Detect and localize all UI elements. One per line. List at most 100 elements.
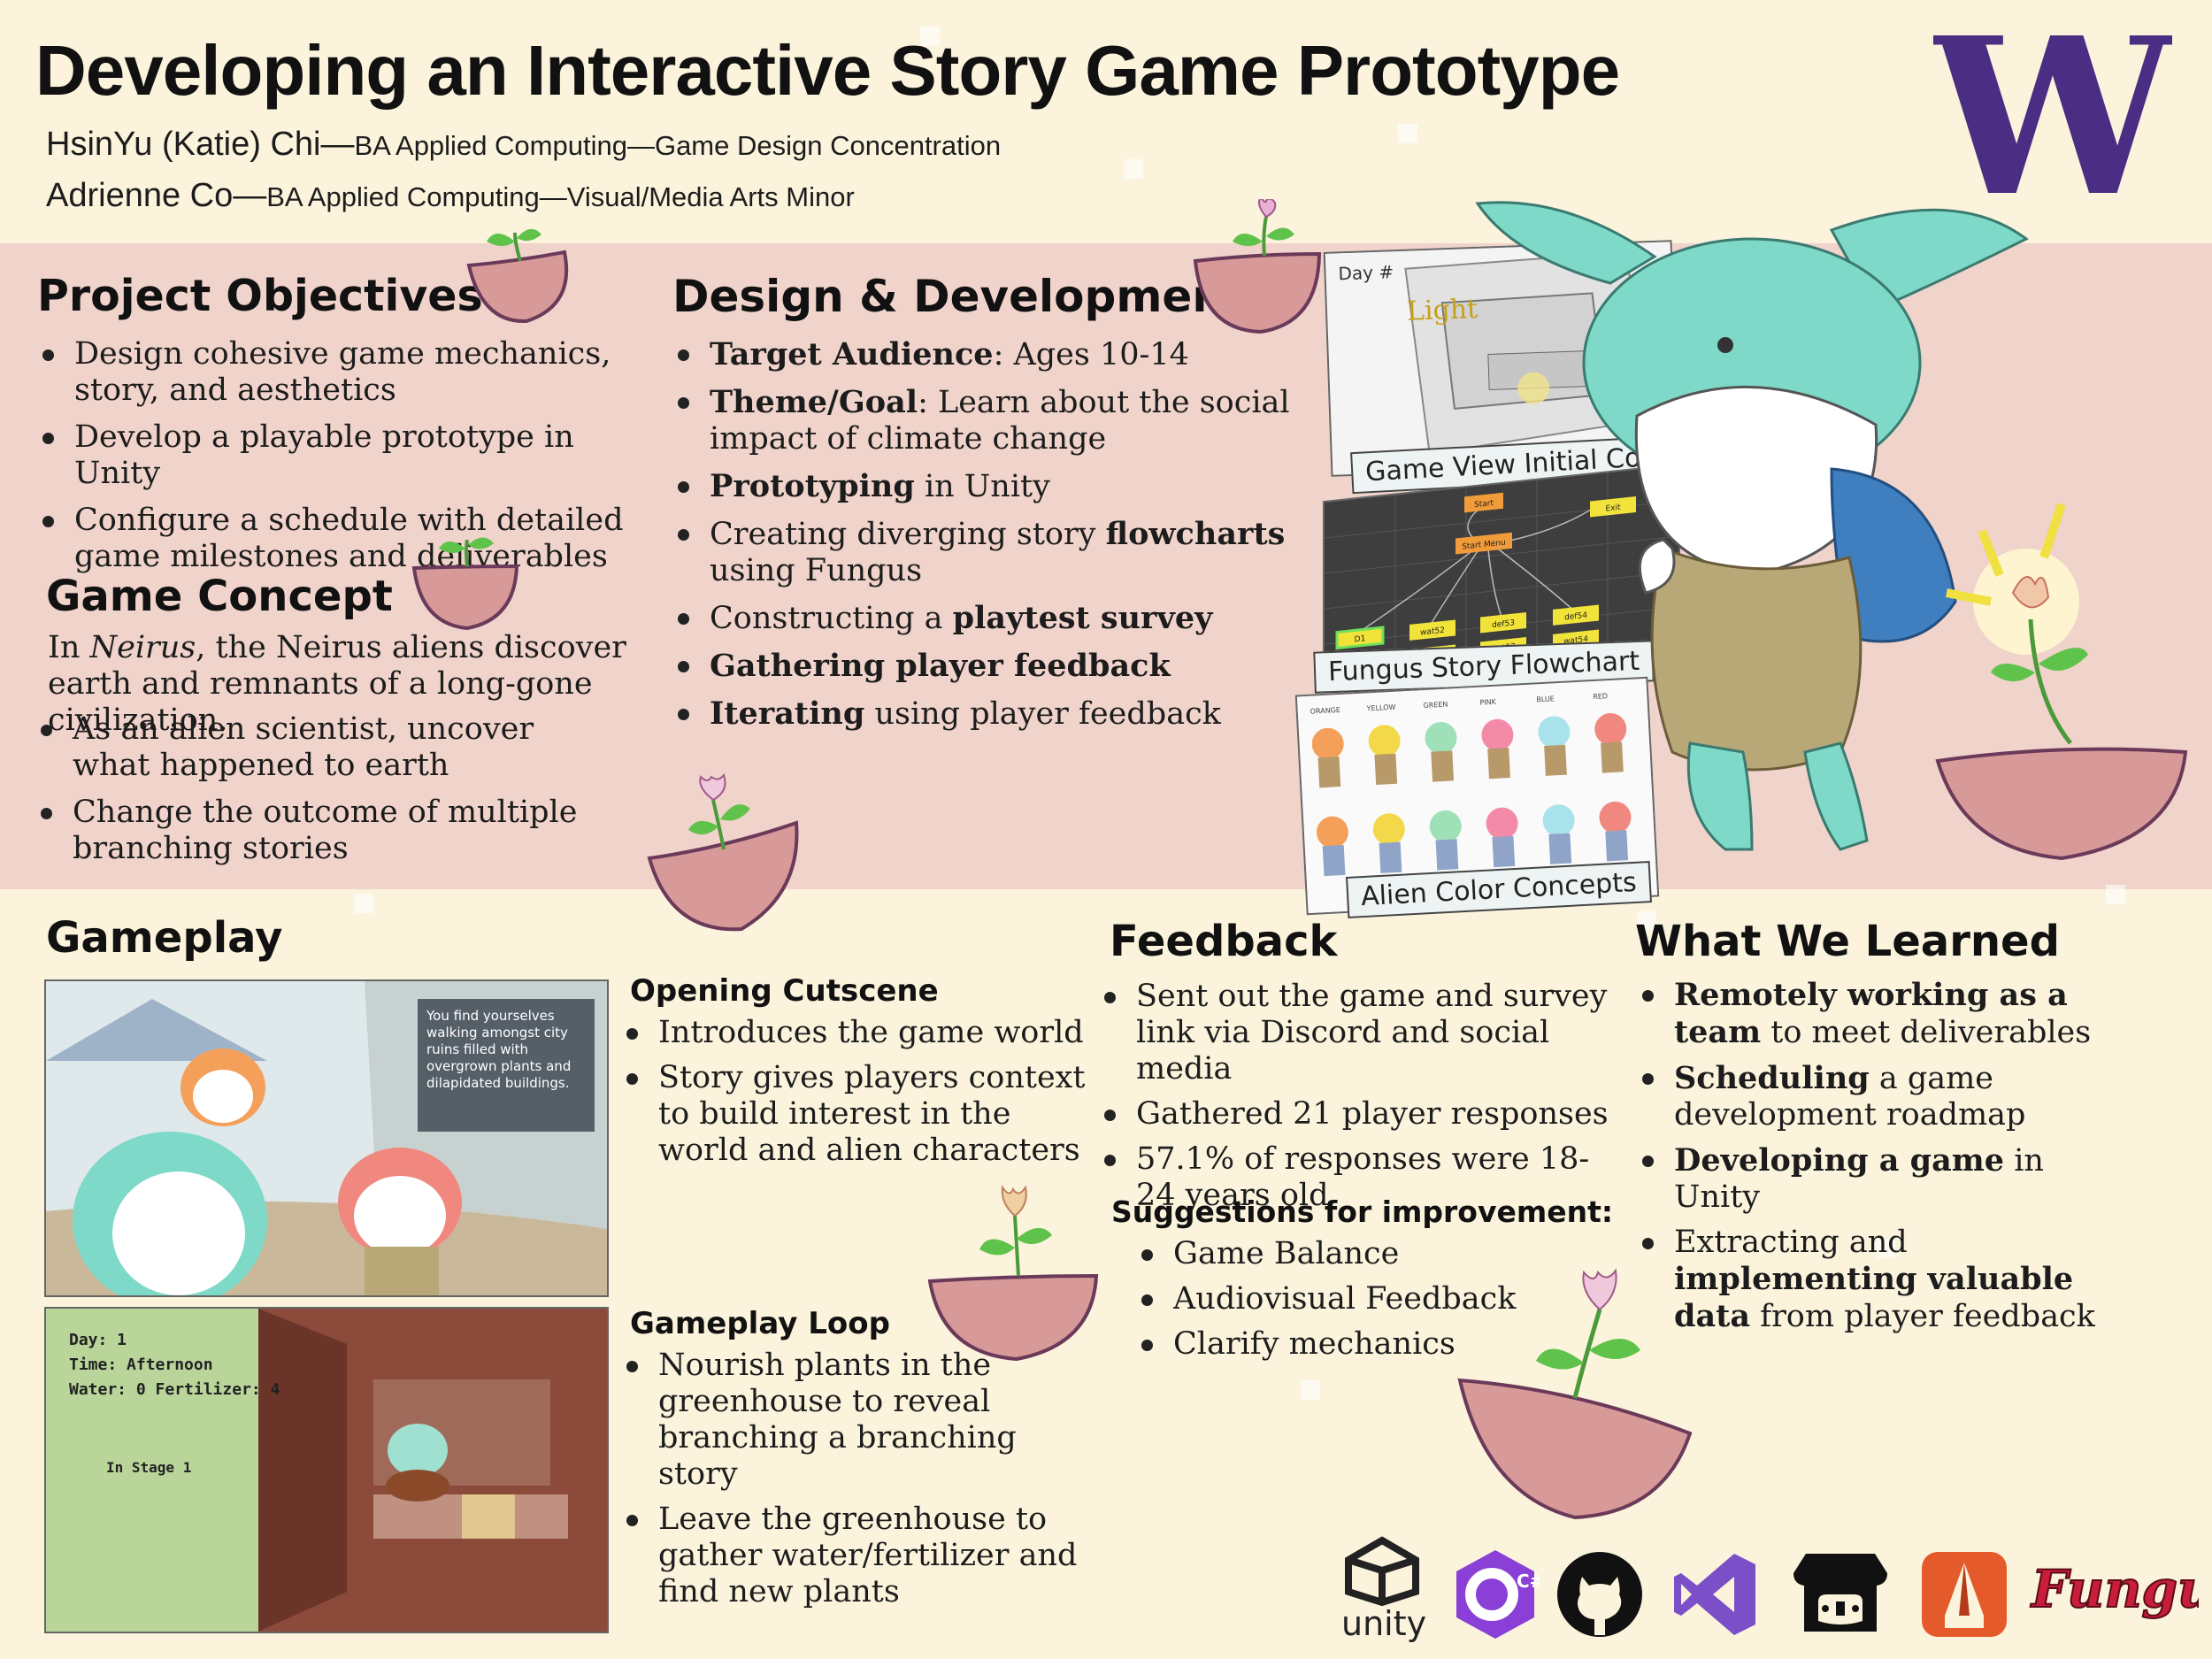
sparkle-decoration [354,894,373,913]
csharp-logo: C# [1456,1550,1540,1639]
design-item: Gathering player feedback [672,648,1292,685]
design-item: Prototyping in Unity [672,468,1292,505]
design-item: Creating diverging story flowcharts usin… [672,516,1292,589]
gameplay-loop-item: Leave the greenhouse to gather water/fer… [621,1502,1081,1610]
poster-title: Developing an Interactive Story Game Pro… [35,31,1620,110]
design-item: Constructing a playtest survey [672,600,1292,637]
author-1-detail: BA Applied Computing—Game Design Concent… [354,130,1002,161]
design-item: Iterating using player feedback [672,695,1292,733]
color-name-label: GREEN [1423,701,1448,710]
objective-item: Configure a schedule with detailed game … [37,503,639,575]
color-name-label: YELLOW [1365,703,1395,713]
learned-item-bold: Scheduling [1674,1060,1870,1096]
fungus-logo-text: Fungus [2030,1559,2199,1619]
design-item: Theme/Goal: Learn about the social impac… [672,384,1292,457]
glowing-plant-pot-icon [1935,503,2188,861]
design-item-text: in Unity [914,469,1050,504]
cutscene-dialogue-text: You find yourselves walking amongst city… [426,1008,572,1091]
opening-cutscene-item: Story gives players context to build int… [621,1060,1099,1169]
design-list: Target Audience: Ages 10-14 Theme/Goal: … [672,336,1292,743]
sparkle-decoration [1124,159,1143,179]
objective-item: Develop a playable prototype in Unity [37,419,639,492]
sparkle-decoration [1398,124,1417,143]
gameplay-heading: Gameplay [46,913,283,963]
design-item-text: Creating diverging story [710,517,1106,552]
learned-item: Scheduling a game development roadmap [1637,1060,2132,1133]
itchio-logo [1793,1554,1887,1632]
cutscene-dialogue-box: You find yourselves walking amongst city… [418,999,595,1132]
autodesk-sketchbook-logo [1922,1552,2007,1637]
learned-item-text: from player feedback [1750,1299,2095,1334]
objectives-heading: Project Objectives [37,271,483,321]
feedback-item: Sent out the game and survey link via Di… [1099,979,1612,1087]
concept-heading: Game Concept [46,572,393,621]
feedback-list: Sent out the game and survey link via Di… [1099,979,1612,1223]
feedback-item: Gathered 21 player responses [1099,1096,1612,1133]
design-item-text: : Ages 10-14 [993,337,1189,373]
flower-pot-icon [927,1185,1099,1362]
design-item-text: using Fungus [710,553,923,588]
hud-panel: Day: 1 Time: Afternoon Water: 0 Fertiliz… [69,1328,280,1402]
flow-node-label: D1 [1355,634,1366,644]
learned-item-text: Extracting and [1674,1225,1908,1260]
gameplay-loop-item: Nourish plants in the greenhouse to reve… [621,1348,1081,1493]
objectives-list: Design cohesive game mechanics, story, a… [37,336,639,586]
design-item-bold: playtest survey [952,600,1213,636]
feedback-heading: Feedback [1110,917,1338,966]
sparkle-decoration [1301,1380,1320,1400]
opening-cutscene-list: Introduces the game world Story gives pl… [621,1015,1099,1178]
gameplay-loop-list: Nourish plants in the greenhouse to reve… [621,1348,1081,1619]
suggestions-heading: Suggestions for improvement: [1111,1194,1614,1229]
sketch-day-label: Day # [1338,261,1394,284]
concept-item: Change the outcome of multiple branching… [35,795,619,867]
greenhouse-gameplay-screenshot: Day: 1 Time: Afternoon Water: 0 Fertiliz… [44,1307,609,1633]
author-2-name: Adrienne Co— [46,177,267,214]
author-1: HsinYu (Katie) Chi—BA Applied Computing—… [46,126,1001,164]
unity-logo: unity [1338,1535,1426,1646]
hud-resources: Water: 0 Fertilizer: 4 [69,1380,280,1399]
author-2: Adrienne Co—BA Applied Computing—Visual/… [46,177,855,215]
fungus-logo: Fungus [2029,1558,2199,1620]
design-item-bold: Theme/Goal [710,384,918,420]
concept-list: As an alien scientist, uncover what happ… [35,711,619,878]
opening-cutscene-item: Introduces the game world [621,1015,1099,1051]
visual-studio-logo [1674,1554,1755,1635]
flower-pot-icon [1193,199,1322,334]
objective-item: Design cohesive game mechanics, story, a… [37,336,639,409]
design-item-bold: Prototyping [710,468,915,504]
sprout-pot-icon [411,537,519,631]
learned-item: Extracting and implementing valuable dat… [1637,1225,2132,1335]
unity-cube-icon [1345,1536,1419,1607]
design-item-bold: Gathering player feedback [710,648,1171,684]
sparkle-decoration [2106,885,2125,904]
learned-heading: What We Learned [1635,917,2060,966]
author-2-detail: BA Applied Computing—Visual/Media Arts M… [266,181,855,212]
design-item: Target Audience: Ages 10-14 [672,336,1292,373]
learned-item: Developing a game in Unity [1637,1142,2132,1216]
design-heading: Design & Development [672,271,1245,322]
learned-list: Remotely working as a team to meet deliv… [1637,977,2132,1344]
opening-cutscene-screenshot: You find yourselves walking amongst city… [44,979,609,1297]
github-logo [1557,1552,1642,1637]
learned-item: Remotely working as a team to meet deliv… [1637,977,2132,1051]
opening-cutscene-heading: Opening Cutscene [630,973,939,1009]
game-name: Neirus [89,630,196,665]
hud-time: Time: Afternoon [69,1356,213,1374]
concept-intro-pre: In [48,630,90,665]
flower-pot-icon [647,772,799,932]
sprout-pot-icon [466,228,569,324]
author-1-name: HsinYu (Katie) Chi— [46,126,355,163]
hud-stage: In Stage 1 [106,1459,192,1476]
csharp-logo-text: C# [1517,1571,1540,1592]
design-item-bold: Target Audience [710,336,994,373]
gameplay-loop-heading: Gameplay Loop [630,1306,890,1341]
unity-logo-text: unity [1341,1604,1427,1643]
hud-day: Day: 1 [69,1331,127,1349]
design-item-bold: Iterating [710,695,865,732]
learned-item-bold: Developing a game [1674,1142,2005,1179]
learned-item-text: to meet deliverables [1761,1015,2092,1050]
color-name-label: ORANGE [1310,706,1341,716]
design-item-bold: flowcharts [1105,516,1286,552]
design-item-text: Constructing a [710,601,953,636]
concept-item: As an alien scientist, uncover what happ… [35,711,619,784]
